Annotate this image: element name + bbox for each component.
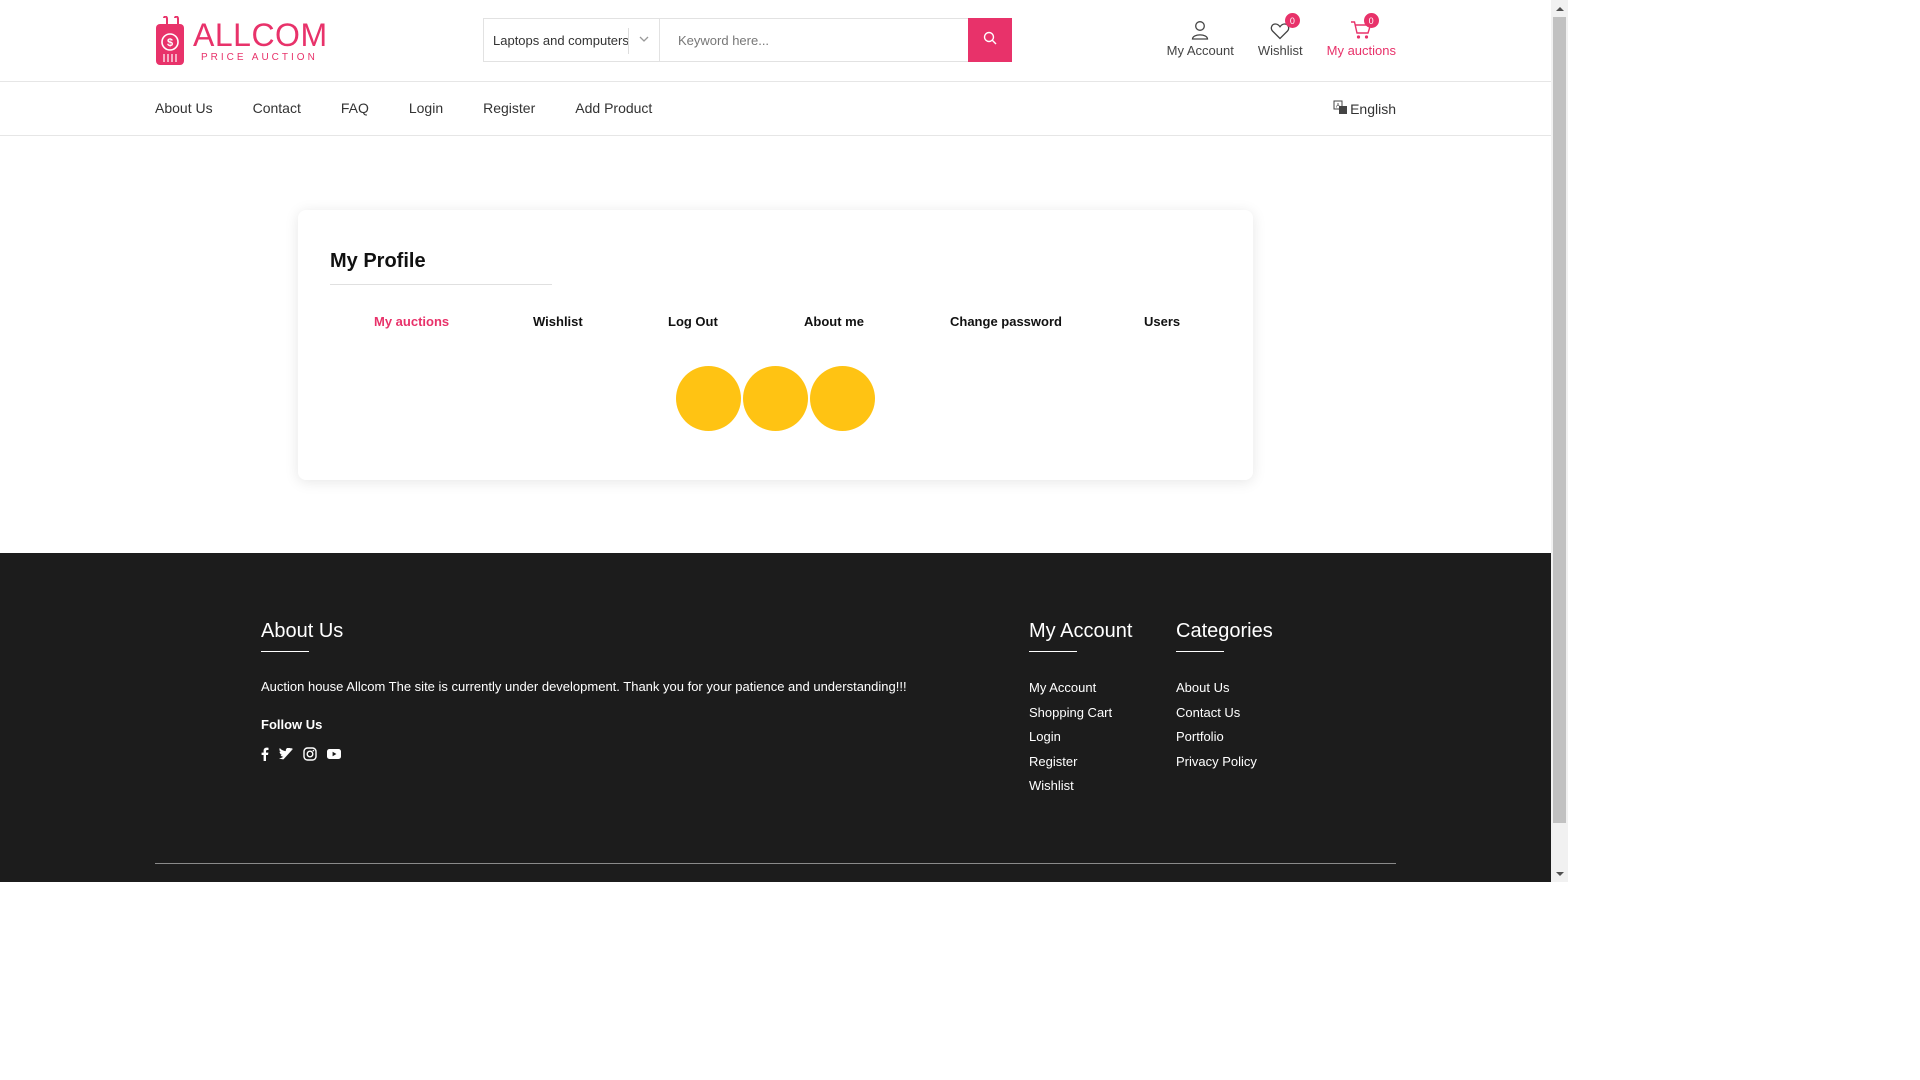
site-header: $ ALLCOM PRICE AUCTION Laptops and compu… — [0, 0, 1551, 82]
search-button[interactable] — [968, 18, 1012, 62]
footer-link-wishlist[interactable]: Wishlist — [1029, 778, 1132, 803]
select-separator — [628, 28, 629, 54]
footer-about: About Us Auction house Allcom The site i… — [261, 620, 907, 761]
scroll-down-arrow-icon[interactable] — [1551, 865, 1568, 882]
footer-link-register[interactable]: Register — [1029, 754, 1132, 779]
translate-icon: A — [1333, 100, 1350, 118]
search-icon — [983, 31, 997, 50]
nav-add-product[interactable]: Add Product — [575, 100, 652, 116]
page-scrollbar[interactable] — [1551, 0, 1568, 882]
profile-title: My Profile — [330, 250, 426, 272]
heading-underline — [1176, 651, 1224, 652]
svg-text:$: $ — [167, 37, 173, 49]
follow-us-title: Follow Us — [261, 717, 323, 732]
site-footer: About Us Auction house Allcom The site i… — [0, 553, 1551, 882]
brand-name: ALLCOM — [193, 17, 328, 53]
my-account-label: My Account — [1166, 43, 1234, 58]
page: $ ALLCOM PRICE AUCTION Laptops and compu… — [0, 0, 1551, 882]
tab-change-password[interactable]: Change password — [950, 314, 1062, 329]
footer-link-contact-us[interactable]: Contact Us — [1176, 705, 1273, 730]
footer-link-login[interactable]: Login — [1029, 729, 1132, 754]
nav-about-us[interactable]: About Us — [155, 100, 213, 116]
tab-my-auctions[interactable]: My auctions — [374, 314, 449, 329]
footer-link-shopping-cart[interactable]: Shopping Cart — [1029, 705, 1132, 730]
footer-my-account-title: My Account — [1029, 620, 1133, 642]
footer-categories-title: Categories — [1176, 620, 1273, 642]
search-bar: Laptops and computers — [483, 18, 1012, 62]
my-account-link[interactable]: My Account — [1167, 18, 1234, 58]
tab-wishlist[interactable]: Wishlist — [533, 314, 583, 329]
loading-dot — [676, 366, 741, 431]
footer-about-title: About Us — [261, 620, 344, 642]
tab-about-me[interactable]: About me — [804, 314, 864, 329]
header-actions: My Account 0 Wishlist 0 My auctions — [1167, 13, 1396, 58]
youtube-icon[interactable] — [327, 749, 341, 759]
footer-about-text: Auction house Allcom The site is current… — [261, 679, 907, 694]
nav-contact[interactable]: Contact — [253, 100, 301, 116]
category-select-value: Laptops and computers — [493, 32, 629, 48]
search-input[interactable] — [660, 19, 968, 61]
user-icon — [1191, 18, 1209, 40]
loading-indicator — [676, 366, 877, 431]
nav-faq[interactable]: FAQ — [341, 100, 369, 116]
instagram-icon[interactable] — [303, 747, 317, 761]
wishlist-label: Wishlist — [1257, 43, 1303, 58]
main-navigation: About Us Contact FAQ Login Register Add … — [0, 82, 1551, 136]
tab-users[interactable]: Users — [1144, 314, 1180, 329]
wishlist-link[interactable]: 0 Wishlist — [1257, 13, 1303, 58]
footer-link-about-us[interactable]: About Us — [1176, 680, 1273, 705]
footer-my-account: My Account My Account Shopping Cart Logi… — [1029, 620, 1132, 803]
category-select[interactable]: Laptops and computers — [484, 19, 659, 61]
nav-login[interactable]: Login — [409, 100, 443, 116]
price-tag-icon: $ — [155, 15, 185, 66]
site-logo[interactable]: $ ALLCOM PRICE AUCTION — [155, 14, 328, 68]
heading-underline — [1029, 651, 1077, 652]
loading-dot — [743, 366, 808, 431]
tab-log-out[interactable]: Log Out — [668, 314, 718, 329]
footer-categories: Categories About Us Contact Us Portfolio… — [1176, 620, 1273, 778]
twitter-icon[interactable] — [279, 748, 293, 760]
footer-link-my-account[interactable]: My Account — [1029, 680, 1132, 705]
scrollbar-thumb[interactable] — [1553, 17, 1566, 823]
scroll-up-arrow-icon[interactable] — [1551, 0, 1568, 17]
heading-underline — [261, 651, 309, 652]
wishlist-count-badge: 0 — [1284, 13, 1300, 28]
profile-card: My Profile My auctions Wishlist Log Out … — [298, 210, 1253, 480]
social-links — [261, 747, 907, 761]
brand-tagline: PRICE AUCTION — [201, 52, 318, 63]
facebook-icon[interactable] — [261, 747, 269, 761]
footer-link-portfolio[interactable]: Portfolio — [1176, 729, 1273, 754]
language-switcher[interactable]: A English — [1333, 100, 1396, 118]
title-underline — [330, 284, 552, 285]
nav-register[interactable]: Register — [483, 100, 535, 116]
my-auctions-label: My auctions — [1326, 43, 1396, 58]
my-auctions-link[interactable]: 0 My auctions — [1326, 13, 1396, 58]
language-label: English — [1350, 101, 1396, 117]
loading-dot — [810, 366, 875, 431]
chevron-down-icon — [638, 33, 650, 48]
footer-divider — [155, 863, 1396, 864]
footer-link-privacy-policy[interactable]: Privacy Policy — [1176, 754, 1273, 779]
auctions-count-badge: 0 — [1363, 13, 1379, 28]
svg-text:A: A — [1336, 104, 1340, 110]
